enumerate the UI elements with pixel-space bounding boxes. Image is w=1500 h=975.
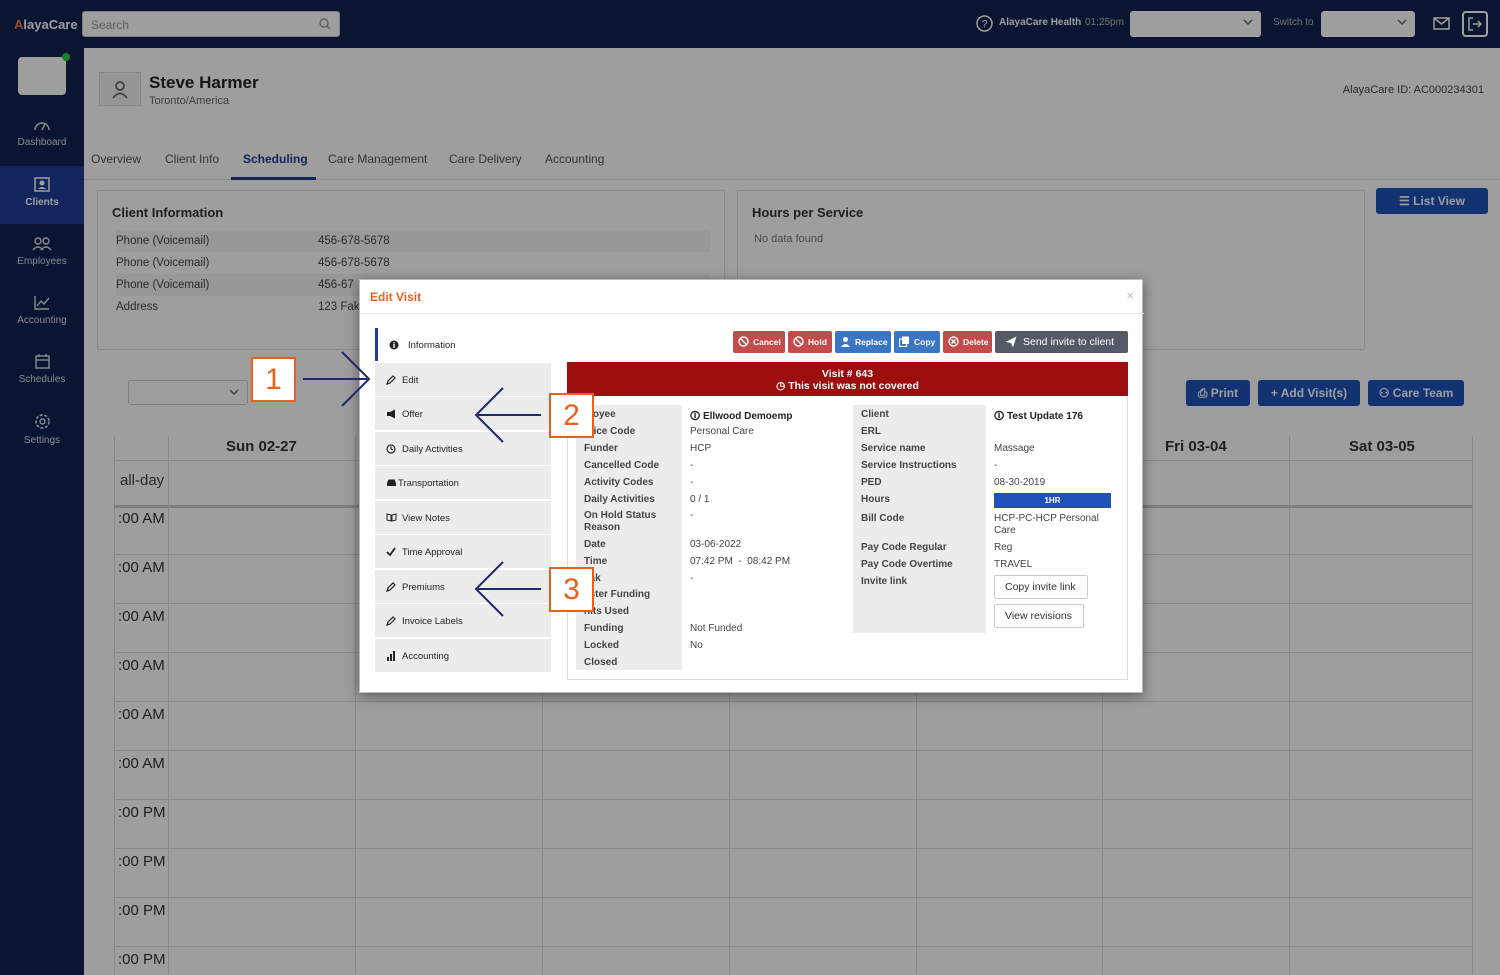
arrow-2	[474, 387, 541, 443]
arrow-3	[474, 561, 541, 617]
annotation-arrows	[303, 351, 541, 617]
callout-2: 2	[549, 393, 594, 438]
arrow-1	[303, 351, 371, 407]
callout-1: 1	[251, 357, 296, 402]
callout-3: 3	[549, 567, 594, 612]
